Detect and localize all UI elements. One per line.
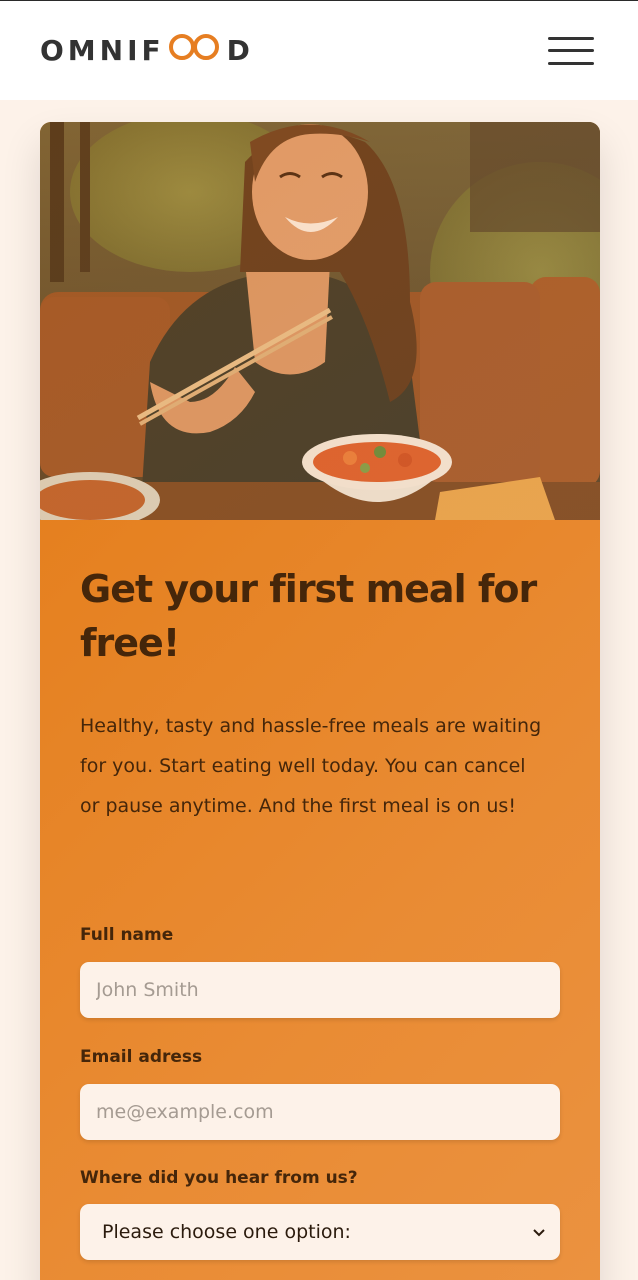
source-select[interactable]: Please choose one option:	[80, 1204, 560, 1260]
email-label: Email adress	[80, 1047, 203, 1067]
cta-card: Get your first meal for free! Healthy, t…	[40, 122, 600, 1280]
infinity-icon	[167, 33, 223, 68]
source-select-value: Please choose one option:	[102, 1221, 351, 1243]
full-name-label: Full name	[80, 925, 174, 945]
logo-text-end: D	[226, 34, 254, 67]
email-input[interactable]	[80, 1084, 560, 1140]
chevron-down-icon	[533, 1229, 545, 1237]
cta-description: Healthy, tasty and hassle-free meals are…	[80, 715, 542, 817]
menu-bar	[548, 49, 594, 52]
cta-photo	[40, 122, 600, 520]
menu-bar	[548, 61, 594, 65]
site-header: OMNIF D	[0, 1, 638, 100]
source-label: Where did you hear from us?	[80, 1168, 358, 1188]
logo-text-start: OMNIF	[40, 34, 165, 67]
cta-heading: Get your first meal for free!	[80, 567, 537, 665]
menu-bar	[548, 36, 594, 40]
logo[interactable]: OMNIF D	[40, 33, 254, 68]
menu-icon[interactable]	[548, 36, 594, 65]
cta-form-area: Get your first meal for free! Healthy, t…	[40, 520, 600, 1280]
full-name-input[interactable]	[80, 962, 560, 1018]
